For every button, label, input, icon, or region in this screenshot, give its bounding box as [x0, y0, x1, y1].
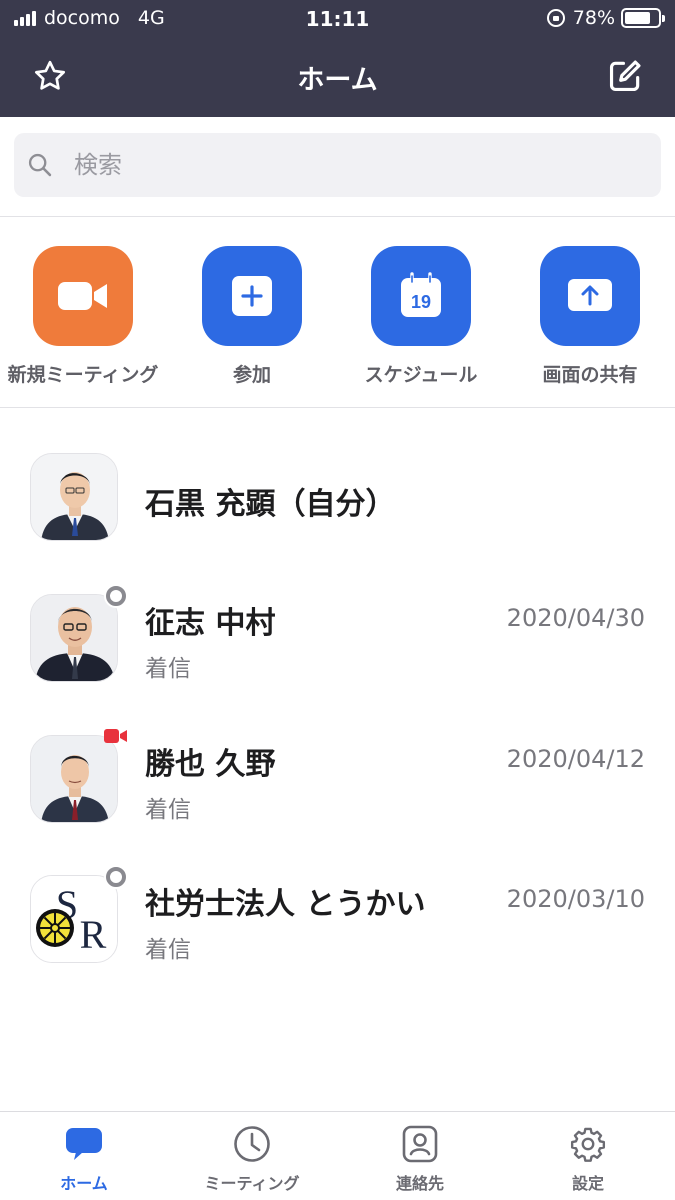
share-screen-tile[interactable] — [540, 246, 640, 346]
battery-percent: 78% — [572, 7, 615, 29]
schedule-button[interactable]: 19 スケジュール — [336, 246, 506, 387]
calendar-icon: 19 — [401, 272, 441, 317]
call-date: 2020/04/12 — [506, 745, 645, 773]
tab-label: 設定 — [571, 1174, 604, 1193]
tab-label: 連絡先 — [395, 1174, 444, 1193]
contact-card-icon — [336, 1124, 504, 1164]
divider — [0, 216, 675, 217]
contact-row[interactable]: 勝也 久野 着信 2020/04/12 — [0, 729, 675, 855]
schedule-tile[interactable]: 19 — [371, 246, 471, 346]
compose-icon — [609, 60, 641, 92]
status-bar: docomo 4G 11:11 78% — [0, 0, 675, 36]
in-meeting-icon — [104, 729, 127, 743]
tab-home[interactable]: ホーム — [0, 1124, 168, 1194]
gear-icon — [504, 1124, 672, 1164]
avatar — [30, 453, 118, 541]
rotation-lock-icon — [546, 9, 565, 27]
schedule-label: スケジュール — [364, 364, 478, 386]
share-screen-icon — [568, 279, 612, 311]
offline-status-icon — [106, 586, 126, 606]
compose-button[interactable] — [603, 54, 647, 98]
join-button[interactable]: 参加 — [167, 246, 337, 387]
chat-bubble-icon — [0, 1124, 168, 1164]
battery-icon — [621, 8, 665, 28]
navigation-bar: ホーム — [0, 36, 675, 117]
status-bar-right: 78% — [546, 7, 665, 29]
plus-icon — [232, 276, 272, 316]
call-date: 2020/04/30 — [506, 604, 645, 632]
tab-label: ミーティング — [204, 1174, 300, 1193]
tab-bar: ホーム ミーティング 連絡先 設定 — [0, 1111, 675, 1200]
call-date: 2020/03/10 — [506, 885, 645, 913]
page-title: ホーム — [297, 65, 378, 96]
contact-name: 勝也 久野 — [145, 747, 276, 782]
contact-row[interactable]: 征志 中村 着信 2020/04/30 — [0, 586, 675, 714]
new-meeting-button[interactable]: 新規ミーティング — [0, 246, 168, 387]
join-tile[interactable] — [202, 246, 302, 346]
tab-meetings[interactable]: ミーティング — [168, 1124, 336, 1194]
avatar-photo — [30, 453, 118, 541]
divider — [0, 407, 675, 408]
search-icon — [26, 151, 54, 179]
search-input[interactable] — [74, 151, 634, 179]
contact-name: 社労士法人 とうかい — [145, 887, 426, 922]
contact-row[interactable]: 石黒 充顕（自分） — [0, 453, 675, 573]
avatar — [30, 586, 126, 682]
call-type: 着信 — [145, 937, 191, 963]
avatar — [30, 729, 127, 823]
video-camera-icon — [58, 282, 107, 310]
tab-contacts[interactable]: 連絡先 — [336, 1124, 504, 1194]
contact-name: 石黒 充顕（自分） — [145, 487, 396, 522]
contact-name: 征志 中村 — [145, 606, 276, 641]
share-screen-label: 画面の共有 — [542, 364, 638, 386]
offline-status-icon — [106, 867, 126, 887]
search-bar[interactable] — [14, 133, 661, 197]
avatar-logo: S R — [30, 875, 118, 963]
battery-level-fill — [625, 12, 650, 24]
call-type: 着信 — [145, 797, 191, 823]
svg-text:R: R — [80, 912, 107, 957]
calendar-day: 19 — [411, 292, 431, 312]
avatar-photo — [30, 735, 118, 823]
avatar-photo — [30, 594, 118, 682]
new-meeting-label: 新規ミーティング — [7, 364, 159, 386]
join-label: 参加 — [232, 364, 271, 386]
new-meeting-tile[interactable] — [33, 246, 133, 346]
avatar: S R — [30, 867, 126, 963]
contact-row[interactable]: S R 社労士法人 とうかい 着信 2020/03/10 — [0, 867, 675, 995]
tab-label: ホーム — [60, 1174, 108, 1193]
clock-icon — [168, 1124, 336, 1164]
tab-settings[interactable]: 設定 — [504, 1124, 672, 1194]
share-screen-button[interactable]: 画面の共有 — [505, 246, 675, 387]
call-type: 着信 — [145, 656, 191, 682]
